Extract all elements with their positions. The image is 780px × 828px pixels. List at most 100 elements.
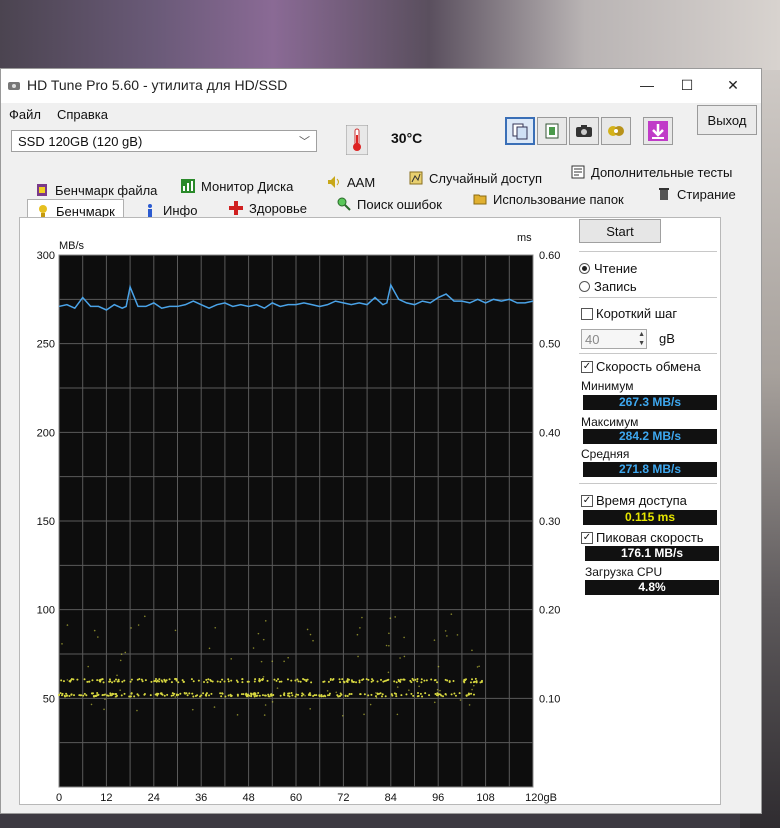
access-time-point <box>191 692 194 695</box>
divider <box>579 297 717 298</box>
x-tick-label: 24 <box>148 792 160 804</box>
spinner-arrows-icon[interactable]: ▲ ▼ <box>638 330 645 348</box>
access-time-point <box>395 695 398 698</box>
access-time-point <box>249 692 252 695</box>
access-time-point <box>119 659 122 662</box>
min-label: Минимум <box>581 379 634 393</box>
access-time-point <box>163 678 166 681</box>
access-time-value: 0.115 ms <box>583 510 717 525</box>
access-time-point <box>309 633 312 636</box>
checkmark-icon: ✓ <box>581 360 593 373</box>
access-time-point <box>65 694 68 697</box>
y-right-tick-label: 0.30 <box>539 516 560 528</box>
access-time-point <box>403 636 405 639</box>
access-time-point <box>420 681 423 684</box>
access-time-point <box>136 693 139 696</box>
access-time-point <box>359 693 362 696</box>
access-time-point <box>61 643 63 645</box>
access-time-point <box>219 692 222 695</box>
read-radio[interactable]: Чтение <box>579 261 637 276</box>
access-time-point <box>275 679 278 682</box>
y-right-tick-label: 0.10 <box>539 693 560 705</box>
access-time-point <box>456 634 459 636</box>
access-time-point <box>60 679 63 682</box>
access-time-point <box>104 698 106 701</box>
access-time-point <box>283 692 286 695</box>
access-time-point <box>154 693 157 696</box>
x-tick-label: 72 <box>337 792 349 804</box>
access-time-point <box>138 677 141 680</box>
access-time-point <box>318 695 321 698</box>
access-time-point <box>365 678 368 681</box>
access-time-point <box>230 694 233 697</box>
start-button[interactable]: Start <box>579 219 661 243</box>
access-time-point <box>338 678 341 681</box>
access-time-point <box>241 681 244 684</box>
access-time-point <box>417 692 420 695</box>
access-time-point <box>280 680 283 683</box>
access-time-point <box>119 689 121 692</box>
access-time-point <box>236 714 239 716</box>
x-tick-label: 120gB <box>525 792 557 804</box>
access-time-point <box>114 678 117 681</box>
access-time-point <box>271 701 274 703</box>
access-time-point <box>339 695 342 698</box>
x-tick-label: 96 <box>432 792 444 804</box>
access-time-point <box>400 694 403 697</box>
access-time-point <box>108 695 111 697</box>
access-time-point <box>279 694 282 697</box>
access-time-point <box>396 713 399 716</box>
access-time-point <box>433 639 436 641</box>
access-time-point <box>124 651 127 654</box>
access-time-point <box>458 692 461 695</box>
access-time-point <box>109 692 112 695</box>
access-time-point <box>332 678 335 681</box>
access-time-point <box>421 695 424 698</box>
max-label: Максимум <box>581 415 639 429</box>
access-time-point <box>68 695 71 698</box>
access-time-point <box>111 681 114 684</box>
access-time-point <box>454 694 457 697</box>
access-time-point <box>418 685 420 688</box>
access-time-point <box>221 678 224 681</box>
access-time-point <box>223 680 226 683</box>
y-left-tick-label: 150 <box>37 516 55 528</box>
access-time-point <box>261 678 264 681</box>
x-tick-label: 84 <box>385 792 397 804</box>
access-time-point <box>473 680 476 683</box>
access-time-point <box>412 679 415 682</box>
transfer-rate-checkbox[interactable]: ✓ Скорость обмена <box>581 359 701 374</box>
access-time-point <box>436 688 439 691</box>
access-time-point <box>425 679 428 682</box>
access-time-point <box>271 660 274 663</box>
access-time-point <box>230 679 233 682</box>
access-time-point <box>184 693 186 696</box>
access-time-point <box>337 695 340 698</box>
access-time-point <box>254 692 257 695</box>
burst-rate-label: Пиковая скорость <box>596 530 704 545</box>
access-time-point <box>395 681 398 684</box>
access-time-point <box>468 704 471 706</box>
access-time-point <box>474 677 477 680</box>
access-time-point <box>437 693 440 696</box>
short-stroke-spinner[interactable]: 40 ▲ ▼ <box>581 329 647 349</box>
access-time-point <box>357 655 359 658</box>
access-time-point <box>464 679 467 682</box>
access-time-point <box>380 678 383 681</box>
access-time-point <box>174 677 177 680</box>
access-time-point <box>130 692 133 695</box>
access-time-point <box>79 694 82 697</box>
access-time-point <box>103 708 105 711</box>
access-time-point <box>290 679 293 682</box>
access-time-point <box>471 688 473 691</box>
write-radio[interactable]: Запись <box>579 279 637 294</box>
divider <box>579 483 717 484</box>
access-time-point <box>235 679 238 682</box>
access-time-checkbox[interactable]: ✓ Время доступа <box>581 493 687 508</box>
short-stroke-checkbox[interactable]: Короткий шаг <box>581 306 677 321</box>
access-time-point <box>260 660 263 663</box>
access-time-point <box>177 681 180 684</box>
access-time-point <box>59 692 62 695</box>
burst-rate-checkbox[interactable]: ✓ Пиковая скорость <box>581 530 704 545</box>
access-time-point <box>137 624 140 626</box>
